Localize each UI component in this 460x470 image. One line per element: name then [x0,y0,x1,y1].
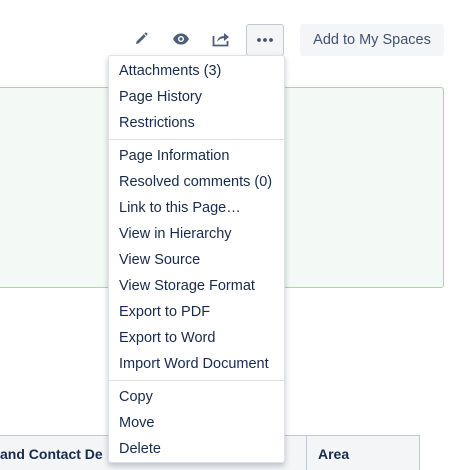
menu-group-manage: Copy Move Delete [109,384,284,462]
share-icon [212,31,230,47]
add-to-my-spaces-button[interactable]: Add to My Spaces [300,24,444,56]
menu-item-view-storage-format[interactable]: View Storage Format [109,273,284,299]
table-header-area: Area [306,436,420,470]
watch-button[interactable] [166,24,196,54]
menu-item-delete[interactable]: Delete [109,436,284,462]
menu-group-page: Attachments (3) Page History Restriction… [109,58,284,136]
menu-divider [109,139,284,140]
menu-item-page-information[interactable]: Page Information [109,143,284,169]
pencil-icon [133,31,149,47]
menu-item-export-pdf[interactable]: Export to PDF [109,299,284,325]
menu-item-restrictions[interactable]: Restrictions [109,110,284,136]
menu-item-view-in-hierarchy[interactable]: View in Hierarchy [109,221,284,247]
menu-item-copy[interactable]: Copy [109,384,284,410]
edit-button[interactable] [126,24,156,54]
menu-item-view-source[interactable]: View Source [109,247,284,273]
eye-icon [172,32,190,46]
share-button[interactable] [206,24,236,54]
menu-group-info: Page Information Resolved comments (0) L… [109,143,284,377]
more-actions-button[interactable] [246,24,284,56]
menu-item-attachments[interactable]: Attachments (3) [109,58,284,84]
menu-item-resolved-comments[interactable]: Resolved comments (0) [109,169,284,195]
more-horizontal-icon [256,37,274,43]
menu-item-export-word[interactable]: Export to Word [109,325,284,351]
page: Add to My Spaces and Contact De Area Att… [0,0,460,470]
menu-item-import-word[interactable]: Import Word Document [109,351,284,377]
menu-item-move[interactable]: Move [109,410,284,436]
menu-item-page-history[interactable]: Page History [109,84,284,110]
table-header-contact: and Contact De [0,446,103,462]
menu-item-link-to-page[interactable]: Link to this Page… [109,195,284,221]
menu-divider [109,380,284,381]
more-actions-menu: Attachments (3) Page History Restriction… [108,55,285,463]
